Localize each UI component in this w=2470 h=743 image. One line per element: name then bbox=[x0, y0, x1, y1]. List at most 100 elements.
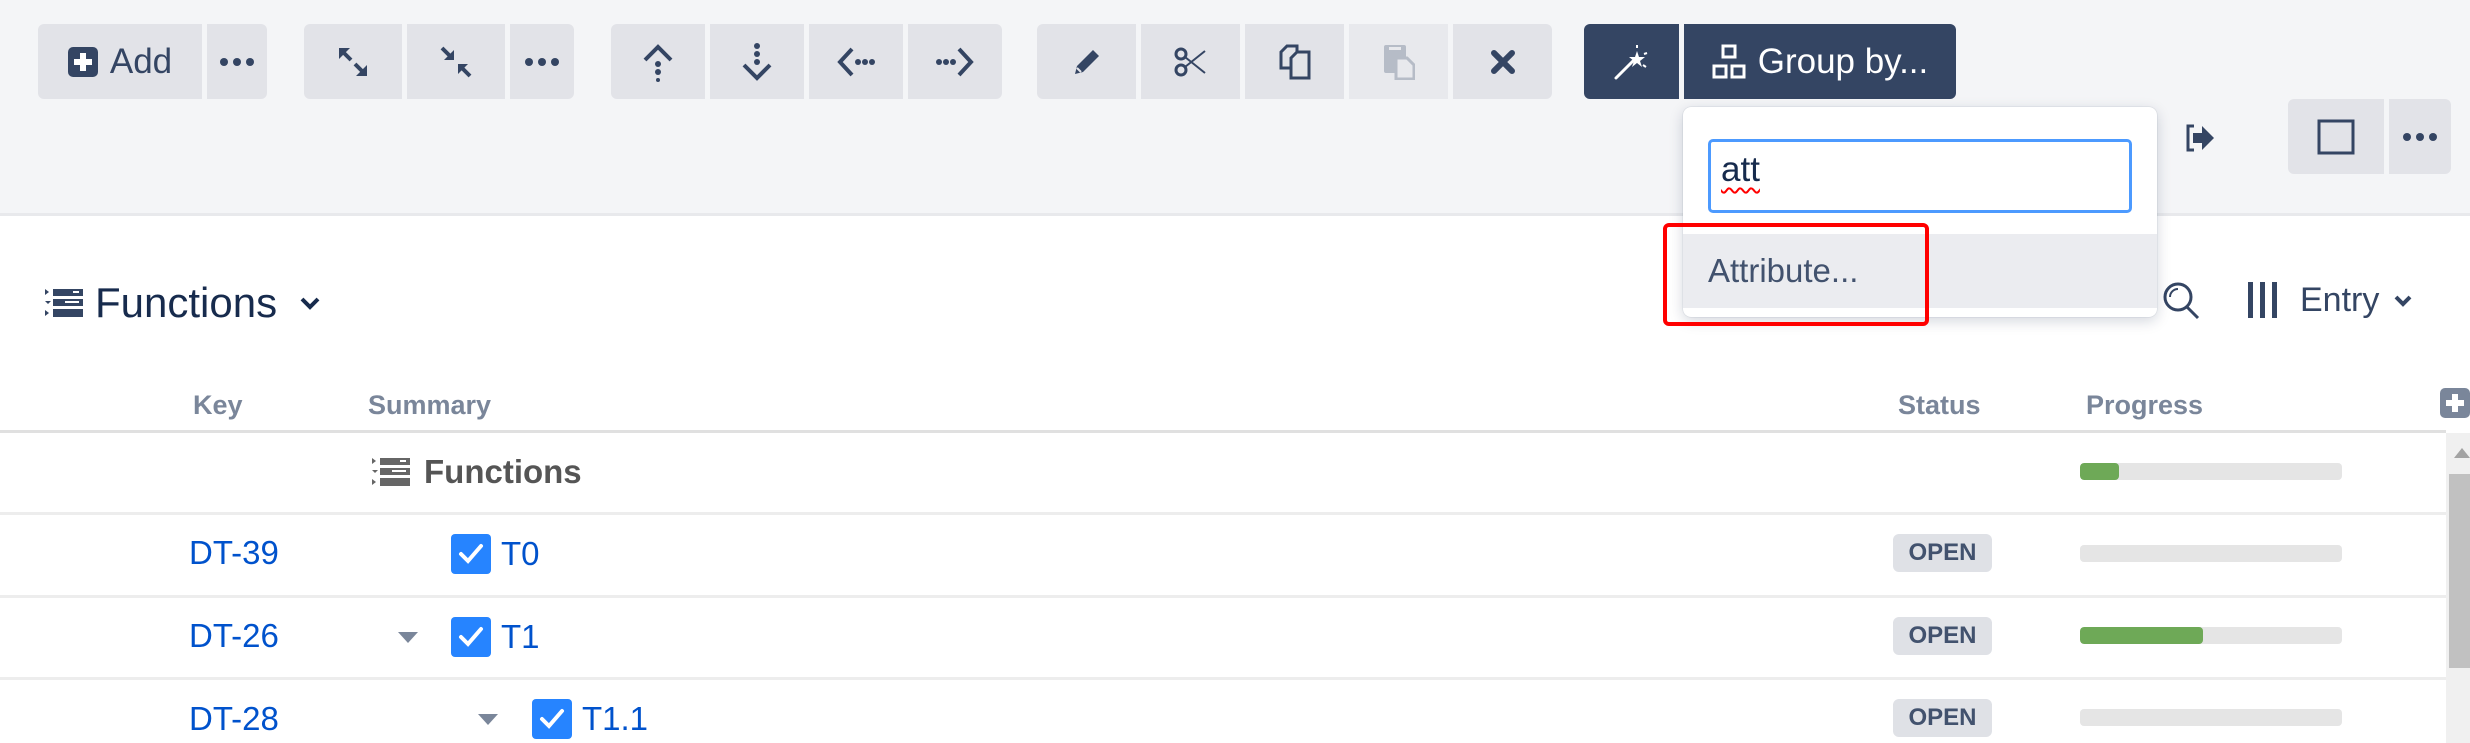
close-icon bbox=[1490, 49, 1515, 74]
search-icon[interactable] bbox=[2160, 279, 2202, 321]
sign-out-icon bbox=[2186, 124, 2214, 152]
status-badge[interactable]: OPEN bbox=[1893, 699, 1992, 737]
structure-icon bbox=[372, 458, 410, 486]
add-button-group: Add bbox=[38, 24, 267, 99]
structure-title: Functions bbox=[95, 278, 278, 326]
issue-summary-link[interactable]: T0 bbox=[501, 535, 540, 573]
indent-button[interactable] bbox=[908, 24, 1002, 99]
add-button[interactable]: Add bbox=[38, 24, 202, 99]
plus-icon bbox=[2446, 394, 2464, 412]
progress-bar bbox=[2080, 463, 2342, 480]
issue-summary-link[interactable]: T1 bbox=[501, 618, 540, 656]
view-mode-button[interactable] bbox=[2288, 99, 2384, 174]
row-summary: Functions bbox=[372, 453, 582, 491]
checkmark-icon bbox=[540, 709, 564, 729]
collapse-caret-icon[interactable] bbox=[478, 714, 498, 725]
more-icon bbox=[525, 57, 559, 66]
header-divider bbox=[0, 430, 2446, 433]
structure-icon bbox=[45, 288, 83, 317]
chevron-down-icon bbox=[2394, 295, 2412, 307]
expand-more-button[interactable] bbox=[510, 24, 574, 99]
paste-icon bbox=[1383, 44, 1415, 80]
chevron-down-icon bbox=[300, 297, 320, 310]
pencil-icon bbox=[1074, 49, 1099, 74]
square-icon bbox=[2317, 119, 2355, 154]
progress-fill bbox=[2080, 463, 2120, 480]
view-selector-label: Entry bbox=[2300, 280, 2380, 319]
magic-wand-icon bbox=[1614, 44, 1647, 79]
view-selector[interactable]: Entry bbox=[2246, 281, 2413, 320]
group-by-dropdown: att Attribute... bbox=[1683, 107, 2157, 317]
paste-button[interactable] bbox=[1349, 24, 1448, 99]
progress-bar bbox=[2080, 627, 2342, 644]
add-more-button[interactable] bbox=[207, 24, 267, 99]
row-divider bbox=[0, 512, 2446, 515]
automation-button[interactable] bbox=[1584, 24, 1679, 99]
row-divider bbox=[0, 677, 2446, 680]
task-type-icon bbox=[532, 699, 572, 739]
checkmark-icon bbox=[459, 627, 483, 647]
issue-key-link[interactable]: DT-39 bbox=[189, 534, 279, 572]
hierarchy-icon bbox=[1712, 44, 1746, 78]
exit-button[interactable] bbox=[2184, 123, 2216, 158]
group-summary-text: Functions bbox=[424, 453, 582, 490]
view-button-group bbox=[2288, 99, 2451, 174]
outdent-icon bbox=[837, 47, 875, 76]
transform-button-group: Group by... bbox=[1584, 24, 1956, 99]
progress-bar bbox=[2080, 709, 2342, 726]
plus-square-icon bbox=[67, 46, 98, 77]
add-column-button[interactable] bbox=[2440, 388, 2470, 418]
collapse-button[interactable] bbox=[407, 24, 505, 99]
group-by-button[interactable]: Group by... bbox=[1684, 24, 1956, 99]
status-badge[interactable]: OPEN bbox=[1893, 534, 1992, 572]
column-header-status[interactable]: Status bbox=[1898, 390, 1981, 421]
panel-tools: Entry bbox=[2160, 270, 2413, 330]
status-badge[interactable]: OPEN bbox=[1893, 617, 1992, 655]
issue-summary-link[interactable]: T1.1 bbox=[582, 700, 648, 738]
structure-selector[interactable]: Functions bbox=[45, 278, 321, 326]
checkmark-icon bbox=[459, 544, 483, 564]
edit-button[interactable] bbox=[1037, 24, 1136, 99]
copy-icon bbox=[1279, 44, 1310, 79]
more-icon bbox=[220, 57, 254, 66]
task-type-icon bbox=[451, 534, 491, 574]
columns-icon bbox=[2248, 282, 2277, 318]
issue-key-link[interactable]: DT-26 bbox=[189, 617, 279, 655]
search-input-value: att bbox=[1721, 150, 1760, 189]
expand-icon bbox=[339, 47, 367, 76]
row-summary: T1.1 bbox=[532, 699, 648, 739]
expand-button[interactable] bbox=[304, 24, 402, 99]
issue-key-link[interactable]: DT-28 bbox=[189, 700, 279, 738]
dropdown-item-attribute[interactable]: Attribute... bbox=[1683, 234, 2157, 308]
collapse-caret-icon[interactable] bbox=[398, 632, 418, 643]
more-icon bbox=[2403, 132, 2437, 141]
group-by-search-input[interactable]: att bbox=[1708, 139, 2132, 213]
indent-icon bbox=[936, 47, 974, 76]
view-more-button[interactable] bbox=[2389, 99, 2451, 174]
scrollbar-thumb[interactable] bbox=[2449, 474, 2470, 668]
column-header-progress[interactable]: Progress bbox=[2086, 390, 2203, 421]
move-up-icon bbox=[643, 43, 673, 82]
vertical-scrollbar[interactable] bbox=[2446, 433, 2470, 743]
scissors-icon bbox=[1174, 47, 1206, 76]
column-header-key[interactable]: Key bbox=[193, 390, 243, 421]
move-up-button[interactable] bbox=[611, 24, 705, 99]
edit-button-group bbox=[1037, 24, 1552, 99]
progress-bar bbox=[2080, 545, 2342, 562]
add-button-label: Add bbox=[109, 41, 173, 81]
scroll-up-arrow-icon[interactable] bbox=[2454, 448, 2470, 458]
delete-button[interactable] bbox=[1453, 24, 1552, 99]
collapse-icon bbox=[440, 46, 472, 77]
move-down-icon bbox=[742, 42, 772, 81]
move-down-button[interactable] bbox=[710, 24, 804, 99]
copy-button[interactable] bbox=[1245, 24, 1344, 99]
group-by-label: Group by... bbox=[1757, 41, 1929, 81]
outdent-button[interactable] bbox=[809, 24, 903, 99]
cut-button[interactable] bbox=[1141, 24, 1240, 99]
row-divider bbox=[0, 595, 2446, 598]
task-type-icon bbox=[451, 617, 491, 657]
row-summary: T0 bbox=[451, 534, 540, 574]
row-summary: T1 bbox=[451, 617, 540, 657]
expand-button-group bbox=[304, 24, 574, 99]
column-header-summary[interactable]: Summary bbox=[368, 390, 491, 421]
